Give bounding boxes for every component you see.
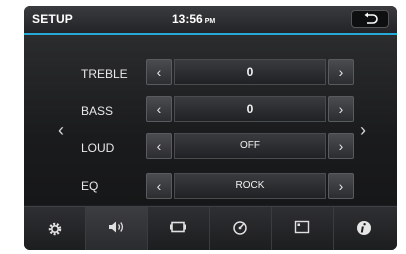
toolbar-gauge-button[interactable] bbox=[210, 207, 272, 250]
top-bar: SETUP 13:56 PM bbox=[24, 6, 397, 35]
speaker-icon bbox=[109, 221, 124, 233]
treble-increase-button[interactable]: › bbox=[328, 59, 354, 85]
previous-page-arrow[interactable]: ‹ bbox=[58, 120, 64, 141]
loud-value: OFF bbox=[174, 133, 326, 159]
eq-control: ‹ ROCK › bbox=[146, 173, 354, 199]
display-icon bbox=[170, 221, 186, 233]
loud-control: ‹ OFF › bbox=[146, 133, 354, 159]
toolbar-display-button[interactable] bbox=[148, 207, 210, 250]
treble-label: TREBLE bbox=[81, 67, 128, 81]
eq-increase-button[interactable]: › bbox=[328, 173, 354, 199]
gear-icon bbox=[48, 222, 62, 236]
eq-value: ROCK bbox=[174, 173, 326, 199]
eq-decrease-button[interactable]: ‹ bbox=[146, 173, 172, 199]
bottom-toolbar bbox=[24, 206, 397, 250]
back-icon bbox=[364, 12, 378, 24]
settings-panel: ‹ › TREBLE ‹ 0 › BASS ‹ 0 › LOUD ‹ OFF ›… bbox=[24, 35, 397, 211]
screen-icon bbox=[294, 220, 310, 234]
gauge-icon bbox=[233, 221, 247, 235]
loud-label: LOUD bbox=[81, 141, 115, 155]
toolbar-audio-button[interactable] bbox=[86, 207, 148, 250]
clock-ampm: PM bbox=[204, 18, 216, 25]
eq-label: EQ bbox=[81, 179, 99, 193]
treble-value: 0 bbox=[174, 59, 326, 85]
back-button[interactable] bbox=[351, 10, 389, 28]
loud-increase-button[interactable]: › bbox=[328, 133, 354, 159]
clock-time: 13:56 bbox=[172, 12, 203, 26]
bass-decrease-button[interactable]: ‹ bbox=[146, 96, 172, 122]
bass-label: BASS bbox=[81, 104, 114, 118]
bass-control: ‹ 0 › bbox=[146, 96, 354, 122]
clock: 13:56 PM bbox=[172, 12, 215, 26]
page-title: SETUP bbox=[32, 12, 74, 26]
toolbar-screen-button[interactable] bbox=[272, 207, 334, 250]
bass-value: 0 bbox=[174, 96, 326, 122]
loud-decrease-button[interactable]: ‹ bbox=[146, 133, 172, 159]
next-page-arrow[interactable]: › bbox=[360, 120, 366, 141]
toolbar-general-button[interactable] bbox=[24, 207, 86, 250]
setup-screen: SETUP 13:56 PM ‹ › TREBLE ‹ 0 › BASS ‹ 0 … bbox=[24, 6, 397, 250]
toolbar-info-button[interactable] bbox=[334, 207, 397, 250]
treble-decrease-button[interactable]: ‹ bbox=[146, 59, 172, 85]
treble-control: ‹ 0 › bbox=[146, 59, 354, 85]
bass-increase-button[interactable]: › bbox=[328, 96, 354, 122]
info-icon bbox=[357, 221, 371, 235]
